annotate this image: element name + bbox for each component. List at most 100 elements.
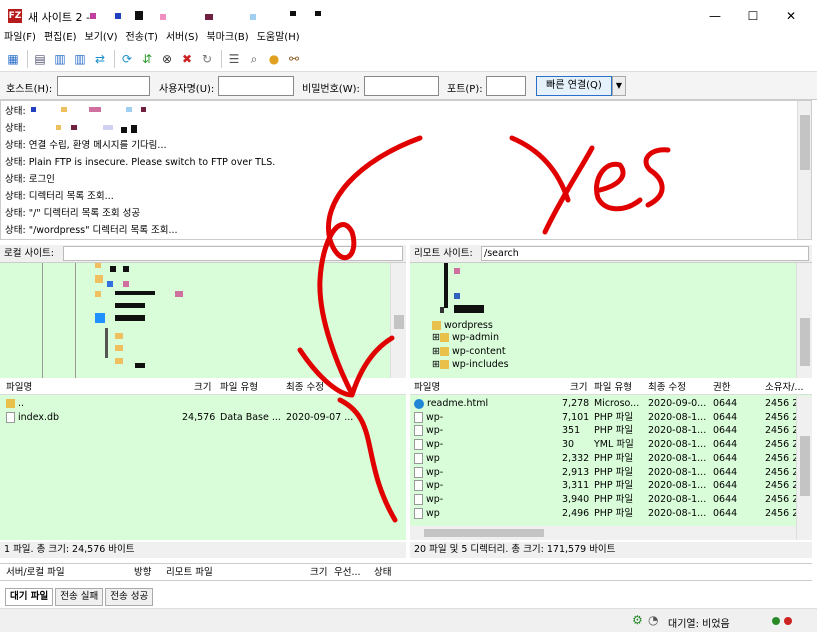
remote-file-row[interactable]: wp 2,332 PHP 파일 2020-08-1... 0644 2456 2...: [414, 452, 807, 466]
transfer-queue-icon[interactable]: ⇄: [91, 50, 109, 68]
remote-col-owner[interactable]: 소유자/...: [765, 380, 803, 395]
file-icon: [414, 507, 423, 519]
toolbar-separator: [27, 49, 28, 68]
toggle-remote-tree-icon[interactable]: ▥: [71, 50, 89, 68]
queue-col-remote[interactable]: 리모트 파일: [166, 565, 213, 581]
maximize-button[interactable]: ☐: [738, 6, 768, 26]
toolbar: ▦ ▤ ▥ ▥ ⇄ ⟳ ⇵ ⊗ ✖ ↻ ☰ ⌕ ● ⚯: [0, 46, 817, 72]
remote-file-name: wp-: [414, 411, 443, 425]
sync-browse-icon[interactable]: ●: [265, 50, 283, 68]
password-input[interactable]: [364, 76, 439, 96]
remote-file-row[interactable]: wp- 3,311 PHP 파일 2020-08-1... 0644 2456 2...: [414, 479, 807, 493]
queue-col-priority[interactable]: 우선...: [334, 565, 361, 581]
remote-file-type: PHP 파일: [594, 507, 634, 519]
local-col-name[interactable]: 파일명: [6, 380, 32, 395]
remote-file-row[interactable]: wp- 3,940 PHP 파일 2020-08-1... 0644 2456 2...: [414, 493, 807, 507]
remote-file-modified: 2020-08-1...: [648, 425, 707, 437]
minimize-button[interactable]: —: [700, 6, 730, 26]
remote-tree-item[interactable]: ⊞ wp-includes: [432, 358, 509, 372]
remote-tree-item[interactable]: ⊞ wp-content: [432, 345, 506, 359]
expand-icon[interactable]: ⊞: [432, 332, 440, 343]
remote-col-type[interactable]: 파일 유형: [594, 380, 632, 395]
log-scrollbar[interactable]: [797, 101, 811, 239]
queue-col-status[interactable]: 상태: [374, 565, 391, 581]
tab-queued-files[interactable]: 대기 파일: [5, 588, 54, 606]
log-line: 상태: 로그인: [5, 174, 55, 185]
menu-help[interactable]: 도움말(H): [253, 30, 304, 46]
local-file-list[interactable]: 파일명 크기 파일 유형 최종 수정 .. index.db 24,576 Da…: [0, 380, 406, 540]
local-path-input[interactable]: [63, 246, 403, 261]
remote-col-size[interactable]: 크기: [570, 380, 587, 395]
menu-server[interactable]: 서버(S): [162, 30, 203, 46]
local-tree-scrollbar[interactable]: [390, 263, 406, 378]
queue-col-file[interactable]: 서버/로컬 파일: [6, 565, 65, 581]
local-col-size[interactable]: 크기: [194, 380, 211, 395]
menu-edit[interactable]: 편집(E): [40, 30, 81, 46]
queue-column-header: 서버/로컬 파일 방향 리모트 파일 크기 우선... 상태: [0, 563, 812, 581]
remote-file-row[interactable]: wp 2,496 PHP 파일 2020-08-1... 0644 2456 2...: [414, 507, 807, 521]
reconnect-icon[interactable]: ↻: [198, 50, 216, 68]
local-file-row[interactable]: ..: [6, 397, 402, 411]
expand-icon[interactable]: ⊞: [432, 346, 440, 357]
menu-bookmarks[interactable]: 북마크(B): [202, 30, 252, 46]
toggle-local-tree-icon[interactable]: ▥: [51, 50, 69, 68]
remote-tree[interactable]: wordpress ⊞ wp-admin ⊞ wp-content ⊞ wp-incl…: [410, 263, 812, 378]
menu-transfer[interactable]: 전송(T): [122, 30, 162, 46]
local-tree[interactable]: [0, 263, 406, 378]
remote-list-scrollbar-thumb[interactable]: [800, 436, 810, 496]
local-col-modified[interactable]: 최종 수정: [286, 380, 324, 395]
remote-path-input[interactable]: /search: [481, 246, 809, 261]
local-tree-scrollbar-thumb[interactable]: [394, 315, 404, 329]
remote-column-header: 파일명 크기 파일 유형 최종 수정 권한 소유자/...: [410, 380, 812, 395]
log-line: 상태: Plain FTP is insecure. Please switch…: [5, 157, 276, 168]
tab-successful-transfers[interactable]: 전송 성공: [105, 588, 154, 606]
disconnect-icon[interactable]: ✖: [178, 50, 196, 68]
close-button[interactable]: ✕: [776, 6, 806, 26]
remote-file-row[interactable]: wp- 30 YML 파일 2020-08-1... 0644 2456 2...: [414, 438, 807, 452]
local-col-type[interactable]: 파일 유형: [220, 380, 258, 395]
remote-tree-scrollbar-thumb[interactable]: [800, 318, 810, 366]
log-scrollbar-thumb[interactable]: [800, 115, 810, 170]
local-file-row[interactable]: index.db 24,576 Data Base ... 2020-09-07…: [6, 411, 402, 425]
remote-col-permissions[interactable]: 권한: [713, 380, 730, 395]
host-input[interactable]: [57, 76, 150, 96]
quickconnect-button[interactable]: 빠른 연결(Q): [536, 76, 612, 96]
remote-file-size: 351: [562, 425, 581, 437]
tab-failed-transfers[interactable]: 전송 실패: [55, 588, 104, 606]
remote-list-hscrollbar-thumb[interactable]: [424, 529, 544, 537]
site-manager-icon[interactable]: ▦: [4, 50, 22, 68]
username-input[interactable]: [218, 76, 294, 96]
remote-file-size: 3,940: [562, 493, 590, 505]
toggle-log-icon[interactable]: ▤: [31, 50, 49, 68]
cancel-icon[interactable]: ⊗: [158, 50, 176, 68]
remote-tree-item[interactable]: ⊞ wp-admin: [432, 331, 499, 345]
remote-tree-scrollbar[interactable]: [796, 263, 812, 378]
port-input[interactable]: [486, 76, 526, 96]
expand-icon[interactable]: ⊞: [432, 359, 440, 370]
remote-file-permissions: 0644: [713, 439, 738, 451]
remote-file-row[interactable]: wp- 7,101 PHP 파일 2020-08-1... 0644 2456 2...: [414, 411, 807, 425]
remote-file-row[interactable]: wp- 351 PHP 파일 2020-08-1... 0644 2456 2...: [414, 424, 807, 438]
filter-icon[interactable]: ☰: [225, 50, 243, 68]
remote-list-scrollbar[interactable]: [796, 396, 812, 540]
remote-file-row[interactable]: readme.html 7,278 Microso... 2020-09-0... 06…: [414, 397, 807, 411]
process-queue-icon[interactable]: ⇵: [138, 50, 156, 68]
remote-file-name: wp: [414, 507, 440, 521]
find-icon[interactable]: ⚯: [285, 50, 303, 68]
quickconnect-dropdown[interactable]: ▼: [612, 76, 626, 96]
remote-list-hscrollbar[interactable]: [410, 526, 796, 540]
remote-file-list[interactable]: 파일명 크기 파일 유형 최종 수정 권한 소유자/... readme.htm…: [410, 380, 812, 540]
menu-file[interactable]: 파일(F): [0, 30, 40, 46]
queue-col-direction[interactable]: 방향: [134, 565, 151, 581]
queue-col-size[interactable]: 크기: [310, 565, 327, 581]
remote-file-name: readme.html: [414, 397, 488, 411]
remote-file-modified: 2020-09-0...: [648, 398, 707, 409]
remote-col-modified[interactable]: 최종 수정: [648, 380, 686, 395]
log-line: 상태: 디렉터리 목록 조회...: [5, 191, 114, 202]
remote-file-modified: 2020-08-1...: [648, 507, 707, 519]
menu-view[interactable]: 보기(V): [81, 30, 122, 46]
remote-col-name[interactable]: 파일명: [414, 380, 440, 395]
remote-file-row[interactable]: wp- 2,913 PHP 파일 2020-08-1... 0644 2456 2...: [414, 466, 807, 480]
compare-icon[interactable]: ⌕: [245, 50, 263, 68]
refresh-icon[interactable]: ⟳: [118, 50, 136, 68]
